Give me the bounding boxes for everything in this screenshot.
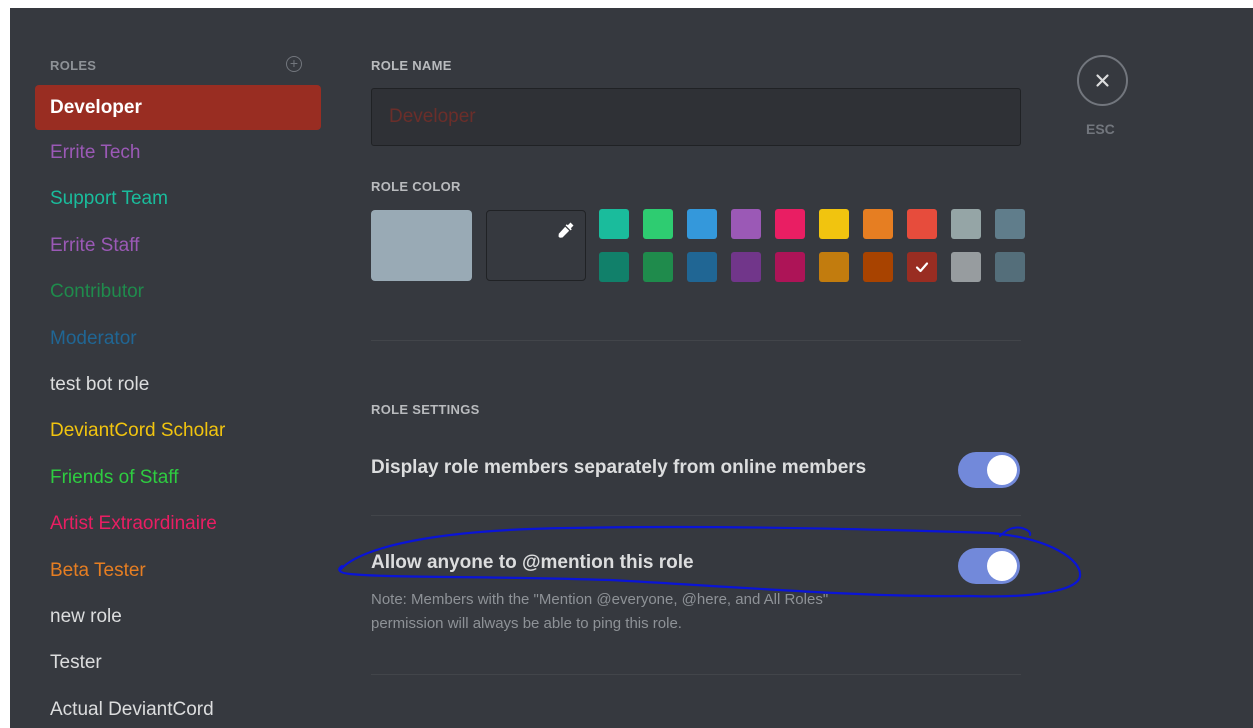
toggle-knob — [987, 455, 1017, 485]
toggle-knob — [987, 551, 1017, 581]
color-swatch[interactable] — [995, 209, 1025, 239]
role-color-label: ROLE COLOR — [371, 179, 461, 194]
color-swatch[interactable] — [731, 252, 761, 282]
esc-label: ESC — [1086, 121, 1115, 137]
role-item[interactable]: Errite Staff — [35, 223, 321, 269]
role-item[interactable]: new role — [35, 594, 321, 640]
color-swatch[interactable] — [775, 252, 805, 282]
checkmark-icon — [907, 252, 937, 282]
color-swatch[interactable] — [643, 209, 673, 239]
role-item[interactable]: Contributor — [35, 269, 321, 315]
color-swatch[interactable] — [907, 209, 937, 239]
color-swatch[interactable] — [863, 252, 893, 282]
current-color-swatch[interactable] — [371, 210, 472, 281]
role-list: Developer Errite Tech Support Team Errite S… — [35, 85, 321, 728]
role-name-input[interactable] — [371, 88, 1021, 146]
mentionable-text-before: Allow anyone to — [371, 552, 522, 573]
color-swatch[interactable] — [819, 209, 849, 239]
role-item[interactable]: Errite Tech — [35, 130, 321, 176]
roles-sidebar: ROLES + Developer Errite Tech Support Team… — [10, 8, 340, 728]
color-swatch[interactable] — [951, 209, 981, 239]
color-swatch[interactable] — [731, 209, 761, 239]
mentionable-text: Allow anyone to @mention this role — [371, 552, 694, 574]
role-item[interactable]: Artist Extraordinaire — [35, 501, 321, 547]
role-item[interactable]: Actual DeviantCord — [35, 687, 321, 728]
close-button[interactable] — [1077, 55, 1128, 106]
color-swatch[interactable] — [599, 209, 629, 239]
role-item[interactable]: Support Team — [35, 176, 321, 222]
color-swatch[interactable] — [951, 252, 981, 282]
color-swatch[interactable] — [819, 252, 849, 282]
color-swatch[interactable] — [863, 209, 893, 239]
role-settings-label: ROLE SETTINGS — [371, 402, 480, 417]
role-item[interactable]: Moderator — [35, 316, 321, 362]
display-separately-toggle[interactable] — [958, 452, 1020, 488]
divider — [371, 340, 1021, 341]
role-name-label: ROLE NAME — [371, 58, 452, 73]
color-swatch[interactable] — [687, 252, 717, 282]
color-swatch[interactable] — [687, 209, 717, 239]
color-swatch-grid — [599, 209, 1029, 282]
color-swatch[interactable] — [907, 252, 937, 282]
mention-note-line2: permission will always be able to ping t… — [371, 615, 682, 632]
role-item[interactable]: Friends of Staff — [35, 455, 321, 501]
close-icon — [1096, 74, 1109, 87]
role-item[interactable]: Tester — [35, 640, 321, 686]
divider — [371, 674, 1021, 675]
role-item[interactable]: test bot role — [35, 362, 321, 408]
mentionable-text-after: this role — [614, 552, 694, 573]
color-swatch[interactable] — [599, 252, 629, 282]
eyedropper-icon — [556, 220, 576, 245]
custom-color-picker[interactable] — [486, 210, 586, 281]
role-item[interactable]: Developer — [35, 85, 321, 130]
role-item[interactable]: Beta Tester — [35, 548, 321, 594]
color-swatch[interactable] — [643, 252, 673, 282]
divider — [371, 515, 1021, 516]
color-swatch[interactable] — [995, 252, 1025, 282]
mention-note-line1: Note: Members with the "Mention @everyon… — [371, 591, 829, 608]
mention-note: Note: Members with the "Mention @everyon… — [371, 588, 971, 636]
color-swatch[interactable] — [775, 209, 805, 239]
role-settings-window: ROLES + Developer Errite Tech Support Team… — [10, 8, 1253, 728]
mentionable-toggle[interactable] — [958, 548, 1020, 584]
role-item[interactable]: DeviantCord Scholar — [35, 408, 321, 454]
mentionable-text-bold: @mention — [521, 552, 615, 573]
add-role-icon[interactable]: + — [286, 56, 302, 72]
roles-header: ROLES — [50, 58, 97, 73]
display-separately-text: Display role members separately from onl… — [371, 457, 867, 478]
